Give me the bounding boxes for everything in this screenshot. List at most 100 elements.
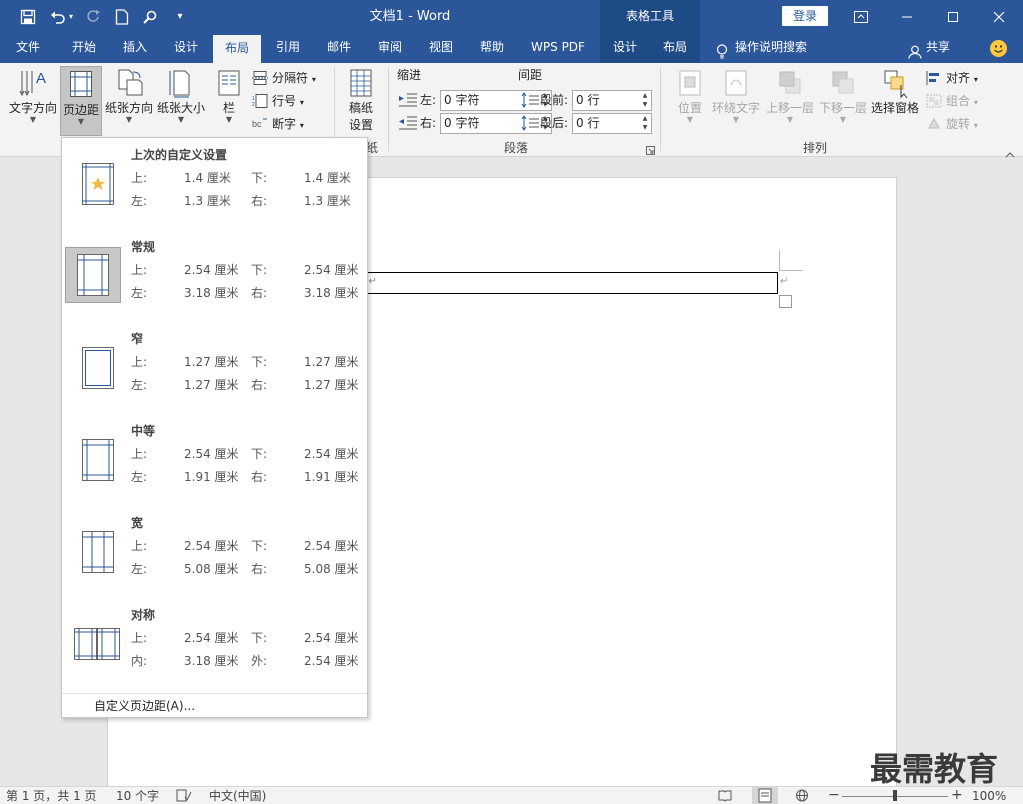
document-table[interactable]: ▯↵ (360, 272, 778, 294)
margin-preset-narrow[interactable]: 窄 上: 1.27 厘米 下: 1.27 厘米 左: 1.27 厘米 右: 1.… (62, 322, 367, 414)
orientation-button[interactable]: 纸张方向 ▼ (103, 67, 155, 133)
table-tools-context-label: 表格工具 (600, 0, 700, 33)
table-resize-handle[interactable] (779, 295, 792, 308)
print-layout-icon[interactable] (752, 787, 778, 804)
tab-insert[interactable]: 插入 (110, 33, 160, 63)
margin-preset-moderate[interactable]: 中等 上: 2.54 厘米 下: 2.54 厘米 左: 1.91 厘米 右: 1… (62, 414, 367, 506)
page-count-status[interactable]: 第 1 页，共 1 页 (6, 787, 97, 804)
spacing-after-value: 0 行 (576, 116, 600, 130)
spacing-before-input[interactable]: 0 行 ▲ ▼ (572, 90, 652, 111)
align-button[interactable]: 对齐 ▾ (926, 68, 978, 88)
rotate-button[interactable]: 旋转 ▾ (926, 114, 978, 134)
breaks-button[interactable]: 分隔符 ▾ (252, 68, 316, 88)
share-button[interactable]: 共享 (908, 33, 950, 63)
minimize-icon[interactable] (884, 0, 930, 33)
manuscript-label-line1: 稿纸 (348, 101, 373, 115)
custom-margins-menu-item[interactable]: 自定义页边距(A)... (62, 693, 367, 717)
feedback-smiley-icon[interactable] (990, 40, 1007, 57)
preset-inside-value: 3.18 厘米 (184, 654, 239, 668)
customize-quick-access-icon[interactable]: ▾ (166, 0, 194, 33)
language-status[interactable]: 中文(中国) (209, 787, 266, 804)
preset-bottom-value: 2.54 厘米 (304, 447, 359, 461)
margins-button[interactable]: 页边距 ▼ (60, 66, 102, 136)
tab-mailings[interactable]: 邮件 (313, 33, 365, 63)
margin-preset-normal[interactable]: 常规 上: 2.54 厘米 下: 2.54 厘米 左: 3.18 厘米 右: 3… (62, 230, 367, 322)
margin-preset-wide[interactable]: 宽 上: 2.54 厘米 下: 2.54 厘米 左: 5.08 厘米 右: 5.… (62, 506, 367, 598)
margins-label: 页边距 (62, 103, 99, 117)
preset-bottom-label: 下: (251, 631, 268, 645)
columns-button[interactable]: 栏 ▼ (212, 67, 246, 133)
tab-design[interactable]: 设计 (160, 33, 212, 63)
chevron-down-icon: ▼ (786, 115, 794, 124)
spinner-arrows-icon[interactable]: ▲ ▼ (639, 114, 651, 133)
indent-heading: 缩进 (397, 68, 422, 82)
save-icon[interactable] (14, 0, 42, 33)
indent-right-value: 0 字符 (444, 116, 480, 130)
position-button[interactable]: 位置 ▼ (672, 67, 708, 133)
end-of-row-mark-icon: ↵ (780, 276, 789, 287)
chevron-down-icon: ▼ (225, 115, 233, 124)
manuscript-settings-button[interactable]: 稿纸 设置 (342, 67, 380, 137)
preset-left-label: 左: (131, 562, 148, 576)
paper-size-button[interactable]: 纸张大小 ▼ (155, 67, 207, 133)
preset-bottom-label: 下: (251, 263, 268, 277)
new-document-icon[interactable] (108, 0, 136, 33)
undo-dropdown-icon[interactable]: ▾ (64, 0, 78, 33)
tab-wps-pdf[interactable]: WPS PDF (519, 33, 597, 63)
tab-home[interactable]: 开始 (58, 33, 110, 63)
preset-right-label: 右: (251, 378, 268, 392)
wrap-text-button[interactable]: 环绕文字 ▼ (710, 67, 762, 133)
proofing-icon[interactable] (176, 789, 192, 804)
read-mode-icon[interactable] (718, 789, 732, 804)
rotate-icon (926, 117, 942, 131)
tab-references[interactable]: 引用 (263, 33, 313, 63)
page-corner-mark (779, 250, 780, 271)
tab-file[interactable]: 文件 (0, 33, 56, 63)
send-backward-icon (830, 67, 856, 99)
bring-forward-button[interactable]: 上移一层 ▼ (764, 67, 816, 133)
preset-left-value: 3.18 厘米 (184, 286, 239, 300)
send-backward-button[interactable]: 下移一层 ▼ (817, 67, 869, 133)
tab-layout[interactable]: 布局 (213, 35, 261, 63)
preset-top-value: 1.4 厘米 (184, 171, 231, 185)
preset-bottom-label: 下: (251, 539, 268, 553)
word-count-status[interactable]: 10 个字 (116, 787, 159, 804)
tab-help[interactable]: 帮助 (467, 33, 517, 63)
tab-view[interactable]: 视图 (415, 33, 467, 63)
tab-review[interactable]: 审阅 (365, 33, 415, 63)
preset-title: 中等 (131, 424, 156, 438)
spacing-before-label: 段前: (540, 93, 569, 107)
selection-pane-button[interactable]: 选择窗格 (869, 67, 921, 133)
tab-table-design[interactable]: 设计 (600, 33, 650, 63)
margin-preset-last-custom[interactable]: 上次的自定义设置 上: 1.4 厘米 下: 1.4 厘米 左: 1.3 厘米 右… (62, 138, 367, 230)
spacing-after-icon (521, 115, 539, 134)
spacing-after-input[interactable]: 0 行 ▲ ▼ (572, 113, 652, 134)
redo-icon[interactable] (80, 0, 108, 33)
tab-table-layout[interactable]: 布局 (650, 33, 700, 63)
close-icon[interactable] (976, 0, 1022, 33)
align-icon (926, 71, 942, 85)
tell-me-label: 操作说明搜索 (735, 40, 808, 54)
find-icon[interactable] (136, 0, 164, 33)
svg-text:A: A (36, 70, 46, 87)
maximize-icon[interactable] (930, 0, 976, 33)
zoom-slider-thumb[interactable] (893, 790, 897, 801)
hyphenation-button[interactable]: bc 断字 ▾ (252, 114, 304, 134)
tell-me-search[interactable]: 操作说明搜索 (713, 33, 807, 63)
web-layout-icon[interactable] (794, 789, 810, 804)
wrap-text-label: 环绕文字 (711, 101, 760, 115)
preset-top-value: 1.27 厘米 (184, 355, 239, 369)
paragraph-group-label: 段落 (503, 141, 528, 155)
zoom-out-icon[interactable]: − (828, 787, 840, 804)
login-button[interactable]: 登录 (782, 6, 828, 26)
group-button[interactable]: 组合 ▾ (926, 91, 978, 111)
svg-text:2: 2 (252, 102, 255, 108)
spinner-arrows-icon[interactable]: ▲ ▼ (639, 91, 651, 110)
text-direction-button[interactable]: A 文字方向 ▼ (6, 67, 60, 133)
preset-title: 常规 (131, 240, 156, 254)
margin-preset-icon (74, 344, 122, 392)
ribbon-display-options-icon[interactable] (838, 0, 884, 33)
paragraph-dialog-launcher-icon[interactable] (646, 144, 655, 158)
margin-preset-mirrored[interactable]: 对称 上: 2.54 厘米 下: 2.54 厘米 内: 3.18 厘米 外: 2… (62, 598, 367, 690)
line-numbers-button[interactable]: 12 行号 ▾ (252, 91, 304, 111)
